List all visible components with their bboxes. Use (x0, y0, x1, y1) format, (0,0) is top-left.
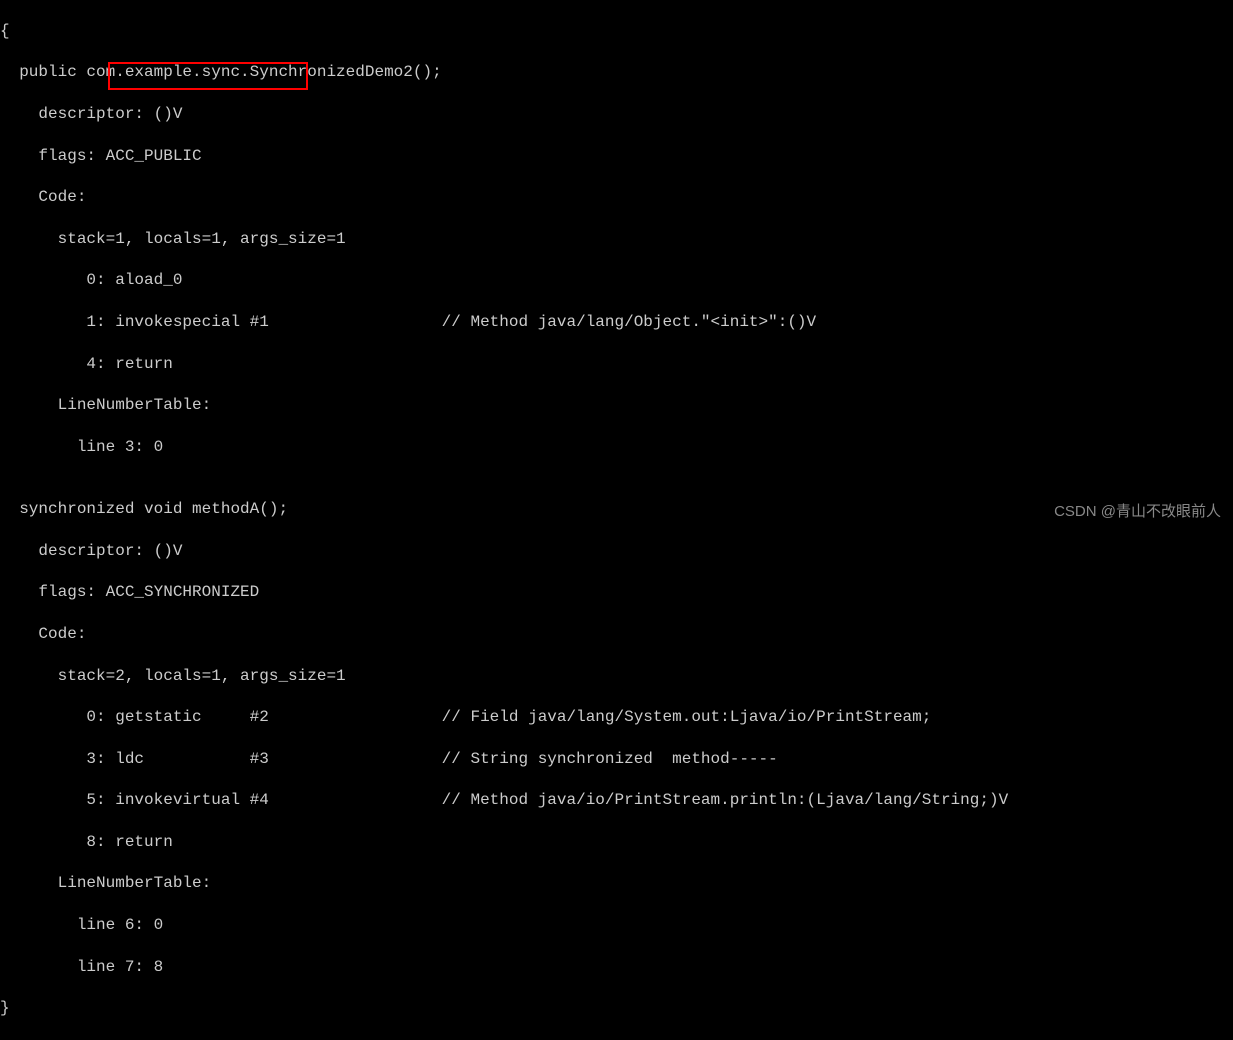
code-line: line 3: 0 (0, 437, 1233, 458)
code-line: 5: invokevirtual #4 // Method java/io/Pr… (0, 790, 1233, 811)
code-line: 1: invokespecial #1 // Method java/lang/… (0, 312, 1233, 333)
code-line: LineNumberTable: (0, 873, 1233, 894)
code-line: } (0, 998, 1233, 1019)
code-line: flags: ACC_PUBLIC (0, 146, 1233, 167)
code-line: line 6: 0 (0, 915, 1233, 936)
code-line: { (0, 21, 1233, 42)
code-line: 0: getstatic #2 // Field java/lang/Syste… (0, 707, 1233, 728)
code-line: Code: (0, 187, 1233, 208)
code-line: 8: return (0, 832, 1233, 853)
code-line: line 7: 8 (0, 957, 1233, 978)
code-line: stack=2, locals=1, args_size=1 (0, 666, 1233, 687)
code-line: Code: (0, 624, 1233, 645)
code-line: LineNumberTable: (0, 395, 1233, 416)
code-line: 0: aload_0 (0, 270, 1233, 291)
code-line: 4: return (0, 354, 1233, 375)
code-line: synchronized void methodA(); (0, 499, 1233, 520)
code-line: descriptor: ()V (0, 541, 1233, 562)
code-line: descriptor: ()V (0, 104, 1233, 125)
watermark-text: CSDN @青山不改眼前人 (1054, 502, 1221, 522)
code-line: public com.example.sync.SynchronizedDemo… (0, 62, 1233, 83)
bytecode-listing: { public com.example.sync.SynchronizedDe… (0, 0, 1233, 1040)
code-line: 3: ldc #3 // String synchronized method-… (0, 749, 1233, 770)
code-line: stack=1, locals=1, args_size=1 (0, 229, 1233, 250)
code-line: flags: ACC_SYNCHRONIZED (0, 582, 1233, 603)
